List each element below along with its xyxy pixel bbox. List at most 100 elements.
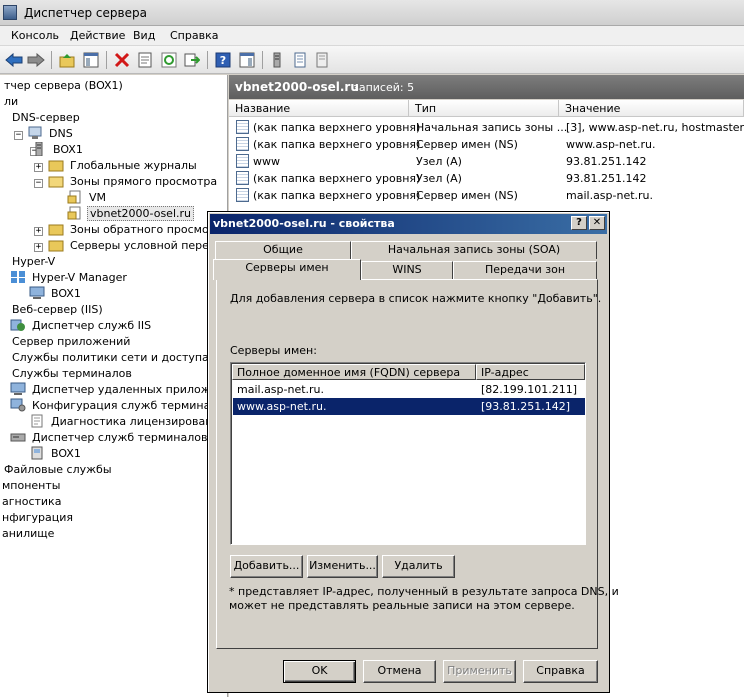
folder-icon (48, 160, 64, 172)
export-icon[interactable] (183, 51, 201, 69)
tab-soa[interactable]: Начальная запись зоны (SOA) (351, 241, 597, 259)
collapse-dns[interactable]: − (14, 131, 23, 140)
back-icon[interactable] (5, 51, 23, 69)
dialog-help-button[interactable]: ? (571, 216, 587, 230)
tree-node-terminal-services[interactable]: Службы терминалов (10, 365, 134, 381)
tree-node-web-server[interactable]: Веб-сервер (IIS) (10, 301, 105, 317)
name-servers-list[interactable]: Полное доменное имя (FQDN) сервера IP-ад… (230, 362, 586, 545)
tree-node-dns[interactable]: DNS (27, 125, 75, 141)
dialog-close-button[interactable]: ✕ (589, 216, 605, 230)
licensing-icon (31, 414, 43, 428)
server-manager-icon (3, 5, 17, 20)
cancel-button[interactable]: Отмена (363, 660, 436, 683)
hyperv-icon (11, 271, 25, 283)
menu-console[interactable]: Консоль (11, 29, 59, 42)
tree-node-reverse-zones[interactable]: Зоны обратного просмотра (48, 221, 227, 237)
tree-node-box1[interactable]: BOX1 (31, 141, 85, 157)
record-icon (236, 171, 249, 185)
computer-icon (31, 446, 43, 460)
tab-zone-transfers[interactable]: Передачи зон (453, 261, 597, 279)
zone-icon (67, 190, 81, 204)
console-tree[interactable]: тчер сервера (BOX1) ли DNS-сервер − DNS … (0, 75, 228, 697)
note-line-1: * представляет IP-адрес, полученный в ре… (229, 585, 619, 598)
menu-help[interactable]: Справка (170, 29, 218, 42)
record-icon (236, 137, 249, 151)
tree-node-hyperv-box1[interactable]: BOX1 (29, 285, 83, 301)
tree-node-ts-configuration[interactable]: Конфигурация служб терминалов: (10, 397, 227, 413)
record-row[interactable]: (как папка верхнего уровня) Сервер имен … (229, 187, 744, 204)
help-icon[interactable]: ? (214, 51, 232, 69)
tree-node-conditional-forwarders[interactable]: Серверы условной пересылки (48, 237, 227, 253)
edit-button[interactable]: Изменить... (307, 555, 378, 578)
tree-node-zone-vbnet[interactable]: vbnet2000-osel.ru (67, 205, 194, 221)
tree-node-remoteapp-manager[interactable]: Диспетчер удаленных приложений (10, 381, 227, 397)
tree-node-storage[interactable]: анилище (0, 525, 56, 541)
tree-node-features[interactable]: мпоненты (0, 477, 62, 493)
tree-node-server-manager[interactable]: тчер сервера (BOX1) (2, 77, 125, 93)
ts-config-icon (10, 398, 26, 412)
tree-node-network-policy[interactable]: Службы политики сети и доступа (10, 349, 211, 365)
add-button[interactable]: Добавить... (230, 555, 303, 578)
up-folder-icon[interactable] (58, 51, 76, 69)
expand-reverse-zones[interactable]: + (34, 227, 43, 236)
record-row[interactable]: (как папка верхнего уровня) Узел (A) 93.… (229, 170, 744, 187)
collapse-forward-zones[interactable]: − (34, 179, 43, 188)
tree-node-zone-vm[interactable]: VM (67, 189, 108, 205)
tree-node-hyperv-manager[interactable]: Hyper-V Manager (10, 269, 129, 285)
records-icon[interactable] (291, 51, 309, 69)
column-header-type[interactable]: Тип (409, 100, 559, 117)
show-hide-tree-icon[interactable] (82, 51, 100, 69)
column-header-ip[interactable]: IP-адрес (476, 364, 585, 380)
tree-node-app-server[interactable]: Сервер приложений (10, 333, 132, 349)
tree-node-iis-manager[interactable]: Диспетчер служб IIS (10, 317, 153, 333)
remoteapp-icon (10, 382, 26, 395)
tree-node-diagnostics[interactable]: агностика (0, 493, 63, 509)
remove-button[interactable]: Удалить (382, 555, 455, 578)
svg-text:?: ? (220, 54, 226, 67)
forward-icon[interactable] (27, 51, 45, 69)
action-pane-icon[interactable] (238, 51, 256, 69)
name-server-row[interactable]: mail.asp-net.ru. [82.199.101.211] (233, 381, 585, 398)
server-icon[interactable] (268, 51, 286, 69)
computer-icon (29, 286, 45, 299)
menu-action[interactable]: Действие (70, 29, 125, 42)
new-record-icon[interactable] (313, 51, 331, 69)
tab-general[interactable]: Общие (215, 241, 351, 259)
tree-node-global-logs[interactable]: Глобальные журналы (48, 157, 199, 173)
column-header-name[interactable]: Название (229, 100, 409, 117)
help-button[interactable]: Справка (523, 660, 598, 683)
ok-button[interactable]: OK (283, 660, 356, 683)
expand-conditional-forwarders[interactable]: + (34, 243, 43, 252)
menu-bar: Консоль Действие Вид Справка (0, 26, 744, 46)
record-row[interactable]: (как папка верхнего уровня) Сервер имен … (229, 136, 744, 153)
tree-node-ts-manager[interactable]: Диспетчер служб терминалов (10, 429, 209, 445)
tree-node-configuration[interactable]: нфигурация (0, 509, 75, 525)
refresh-icon[interactable] (160, 51, 178, 69)
menu-view[interactable]: Вид (133, 29, 155, 42)
name-servers-label: Серверы имен: (230, 344, 317, 357)
dialog-titlebar: vbnet2000-osel.ru - свойства ? ✕ (210, 214, 607, 234)
name-server-row-selected[interactable]: www.asp-net.ru. [93.81.251.142] (233, 398, 585, 415)
tree-node-forward-zones[interactable]: Зоны прямого просмотра (48, 173, 219, 189)
tab-wins[interactable]: WINS (361, 261, 453, 279)
dialog-title: vbnet2000-osel.ru - свойства (213, 217, 395, 230)
tree-node-file-services[interactable]: Файловые службы (2, 461, 114, 477)
tree-node-hyperv[interactable]: Hyper-V (10, 253, 57, 269)
column-header-value[interactable]: Значение (559, 100, 744, 117)
record-row[interactable]: www Узел (A) 93.81.251.142 (229, 153, 744, 170)
record-row[interactable]: (как папка верхнего уровня) Начальная за… (229, 119, 744, 136)
column-header-fqdn[interactable]: Полное доменное имя (FQDN) сервера (232, 364, 476, 380)
add-server-hint: Для добавления сервера в список нажмите … (230, 292, 602, 305)
tree-node-roles[interactable]: ли (2, 93, 20, 109)
expand-global-logs[interactable]: + (34, 163, 43, 172)
tree-node-dns-server[interactable]: DNS-сервер (10, 109, 82, 125)
properties-icon[interactable] (136, 51, 154, 69)
tree-node-licensing-diagnosis[interactable]: Диагностика лицензирования (29, 413, 227, 429)
zone-icon (67, 206, 81, 220)
iis-icon (10, 319, 25, 331)
delete-icon[interactable] (113, 51, 131, 69)
apply-button[interactable]: Применить (443, 660, 516, 683)
window-title: Диспетчер сервера (24, 6, 147, 20)
tab-name-servers[interactable]: Серверы имен (213, 259, 361, 280)
tree-node-ts-box1[interactable]: BOX1 (29, 445, 83, 461)
